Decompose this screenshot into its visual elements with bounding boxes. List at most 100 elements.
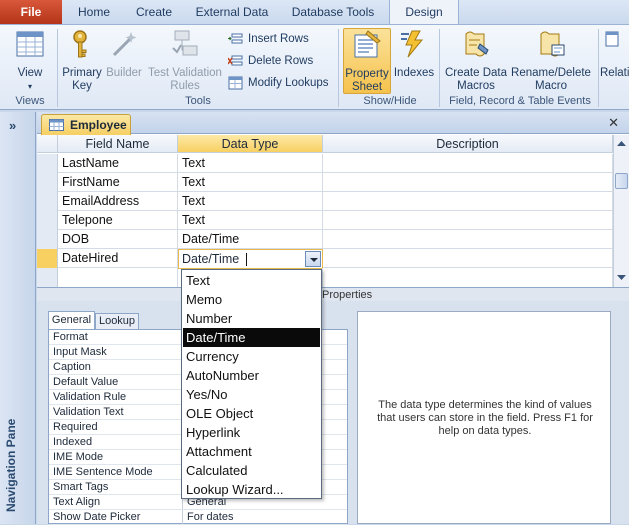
property-label: Caption [53,361,91,373]
scrollbar-thumb[interactable] [615,173,628,189]
description-cell[interactable] [323,173,613,192]
primary-key-button[interactable]: Primary Key [60,28,104,93]
data-type-dropdown-list: Text Memo Number Date/Time Currency Auto… [181,269,322,499]
table-row[interactable]: DOB Date/Time [37,230,613,249]
document-tab-bar: Employee ✕ [37,112,629,135]
description-cell[interactable] [323,268,613,287]
group-show-hide-label: Show/Hide [363,95,417,107]
table-row-new[interactable] [37,268,613,287]
builder-button[interactable]: Builder [104,28,144,80]
row-selector[interactable] [37,211,58,230]
dropdown-option[interactable]: Memo [183,290,320,309]
data-type-cell[interactable]: Text [178,173,323,192]
field-name-cell[interactable] [58,268,178,287]
table-row-current[interactable]: DateHired Date/Time [37,249,613,269]
row-selector[interactable] [37,173,58,192]
delete-rows-button[interactable]: Delete Rows [228,51,313,71]
row-selector[interactable] [37,268,58,287]
description-cell[interactable] [323,211,613,230]
data-type-cell[interactable]: Date/Time [178,230,323,249]
rename-delete-macro-icon [540,31,565,57]
field-name-cell[interactable]: Telepone [58,211,178,230]
field-properties-panel: General Lookup Format Input Mask Caption… [37,301,629,525]
vertical-scrollbar[interactable] [613,135,629,287]
dropdown-option[interactable]: Text [183,271,320,290]
description-cell[interactable] [323,249,613,268]
builder-label: Builder [106,67,142,79]
document-tab-employee[interactable]: Employee [41,114,131,135]
delete-rows-label: Delete Rows [248,55,314,67]
dropdown-option[interactable]: AutoNumber [183,366,320,385]
column-header-data-type: Data Type [178,135,323,153]
dropdown-option[interactable]: Calculated [183,461,320,480]
navigation-pane[interactable]: » Navigation Pane [0,112,36,524]
modify-lookups-button[interactable]: Modify Lookups [228,73,329,93]
close-icon[interactable]: ✕ [608,115,619,131]
create-data-macros-label: Create Data Macros [444,67,507,92]
field-name-cell[interactable]: DateHired [58,249,178,268]
dropdown-option[interactable]: Currency [183,347,320,366]
rename-delete-macro-button[interactable]: Rename/Delete Macro [510,28,592,93]
field-name-cell[interactable]: FirstName [58,173,178,192]
magic-wand-icon [112,32,137,57]
field-properties-bar: Properties [37,287,629,301]
field-name-cell[interactable]: LastName [58,154,178,173]
table-row[interactable]: FirstName Text [37,173,613,192]
scroll-up-icon[interactable] [616,138,627,149]
group-separator [439,29,440,107]
property-label: Required [53,421,98,433]
tab-database-tools[interactable]: Database Tools [282,0,384,24]
property-row[interactable]: Show Date Picker For dates [49,510,347,525]
insert-rows-button[interactable]: Insert Rows [228,29,309,49]
description-cell[interactable] [323,154,613,173]
test-validation-rules-button[interactable]: Test Validation Rules [144,28,226,93]
dropdown-option[interactable]: Number [183,309,320,328]
dropdown-option[interactable]: Yes/No [183,385,320,404]
property-sheet-button[interactable]: Property Sheet [343,28,391,94]
row-selector-current[interactable] [37,249,58,268]
field-properties-title: Properties [322,289,373,301]
table-row[interactable]: EmailAddress Text [37,192,613,211]
modify-lookups-label: Modify Lookups [248,77,329,89]
indexes-button[interactable]: Indexes [393,28,435,80]
insert-rows-label: Insert Rows [248,33,309,45]
primary-key-label: Primary Key [62,67,102,92]
relationships-button[interactable]: Relati [600,28,629,80]
ribbon-tabs: File Home Create External Data Database … [0,0,629,24]
dropdown-option[interactable]: Attachment [183,442,320,461]
tab-create[interactable]: Create [126,0,182,24]
create-data-macros-button[interactable]: Create Data Macros [443,28,509,93]
dropdown-option[interactable]: Hyperlink [183,423,320,442]
data-type-cell[interactable]: Text [178,154,323,173]
table-row[interactable]: LastName Text [37,154,613,173]
chevron-down-icon: ▾ [27,82,32,91]
data-type-cell[interactable]: Text [178,192,323,211]
tab-general[interactable]: General [48,311,95,329]
tab-external-data[interactable]: External Data [186,0,278,24]
group-separator [598,29,599,107]
description-cell[interactable] [323,230,613,249]
view-button[interactable]: View ▾ [6,28,54,93]
dropdown-option[interactable]: Lookup Wizard... [183,480,320,499]
table-row[interactable]: Telepone Text [37,211,613,230]
row-selector[interactable] [37,192,58,211]
chevron-down-icon[interactable] [305,251,321,267]
field-name-cell[interactable]: EmailAddress [58,192,178,211]
property-value[interactable]: For dates [182,510,347,524]
dropdown-option-selected[interactable]: Date/Time [183,328,320,347]
data-type-cell[interactable]: Text [178,211,323,230]
row-selector[interactable] [37,154,58,173]
tab-file[interactable]: File [0,0,62,24]
description-cell[interactable] [323,192,613,211]
tab-lookup[interactable]: Lookup [95,313,139,329]
data-type-combobox[interactable]: Date/Time [178,249,323,269]
dropdown-option[interactable]: OLE Object [183,404,320,423]
row-selector[interactable] [37,230,58,249]
group-views-label: Views [15,95,45,107]
tab-home[interactable]: Home [66,0,122,24]
nav-pane-toggle[interactable]: » [9,118,16,133]
validation-rules-icon [172,30,198,56]
tab-design[interactable]: Design [389,0,459,24]
scroll-down-icon[interactable] [616,272,627,283]
field-name-cell[interactable]: DOB [58,230,178,249]
